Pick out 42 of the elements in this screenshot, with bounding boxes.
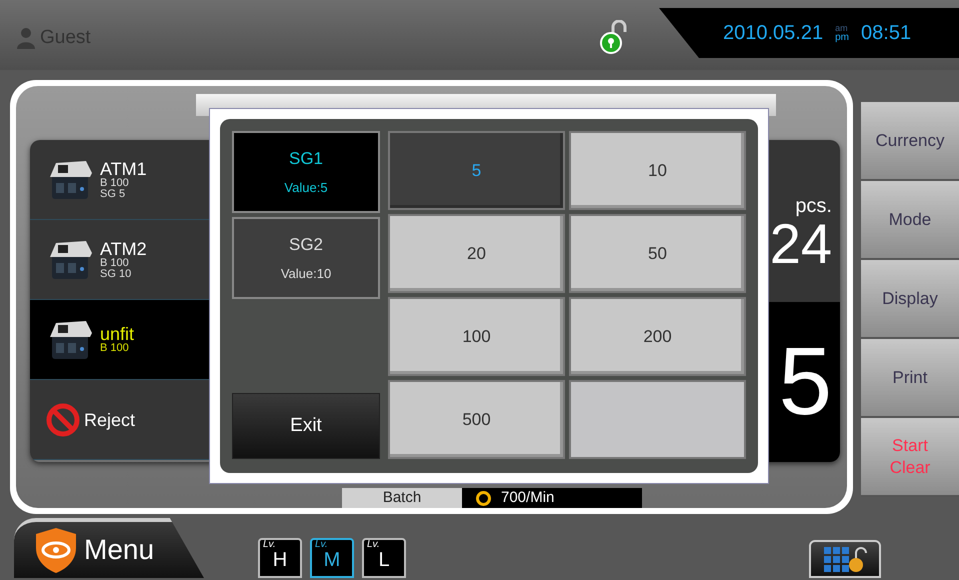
pocket-detail: B 100 [100, 343, 130, 354]
exit-button[interactable]: Exit [232, 393, 380, 459]
level-button[interactable]: Lv. H [258, 538, 302, 578]
piece-count: 24 [770, 216, 832, 272]
keypad-lock-button[interactable] [809, 540, 881, 578]
denomination-button[interactable]: 50 [569, 214, 746, 293]
denomination-button[interactable]: 10 [569, 131, 746, 210]
pocket-detail: B 100 [100, 258, 130, 268]
user-icon [16, 27, 36, 50]
pocket-name: ATM1 [100, 160, 147, 178]
menu-button[interactable]: Menu [14, 518, 204, 578]
pocket-name: ATM2 [100, 240, 147, 258]
level-button[interactable]: Lv. M [310, 538, 354, 578]
level-button[interactable]: Lv. L [362, 538, 406, 578]
speed-rate: 700/Min [501, 488, 554, 508]
denomination-button[interactable]: 200 [569, 297, 746, 376]
unit-label: pcs. [795, 196, 832, 216]
side-button[interactable]: Display [861, 260, 959, 339]
pm-label: pm [835, 32, 850, 42]
date: 2010.05.21 [723, 21, 824, 46]
time: 08:51 [861, 21, 912, 46]
side-button[interactable]: Currency [861, 102, 959, 181]
total-value: 5 [778, 334, 832, 430]
pocket-name: unfit [100, 325, 134, 343]
shield-eye-icon [34, 526, 78, 574]
group-button[interactable]: SG1 Value:5 [232, 131, 380, 213]
speed-icon [476, 490, 491, 506]
side-button[interactable]: Print [861, 339, 959, 418]
pocket-name: Reject [84, 410, 136, 428]
side-button[interactable]: Mode [861, 181, 959, 260]
am-label: am [835, 24, 849, 32]
denomination-button[interactable]: 500 [388, 380, 565, 459]
group-button[interactable]: SG2 Value:10 [232, 217, 380, 299]
pocket-detail: SG 5 [100, 188, 126, 200]
keypad-lock-icon [822, 545, 868, 573]
denomination-button[interactable]: 5 [388, 131, 565, 210]
denomination-button[interactable]: 100 [388, 297, 565, 376]
pocket-detail: B 100 [100, 178, 130, 188]
denomination-button[interactable]: 20 [388, 214, 565, 293]
pocket-detail: SG 10 [100, 268, 132, 280]
no-entry-icon [46, 402, 80, 436]
count-mode: Batch [342, 488, 462, 508]
